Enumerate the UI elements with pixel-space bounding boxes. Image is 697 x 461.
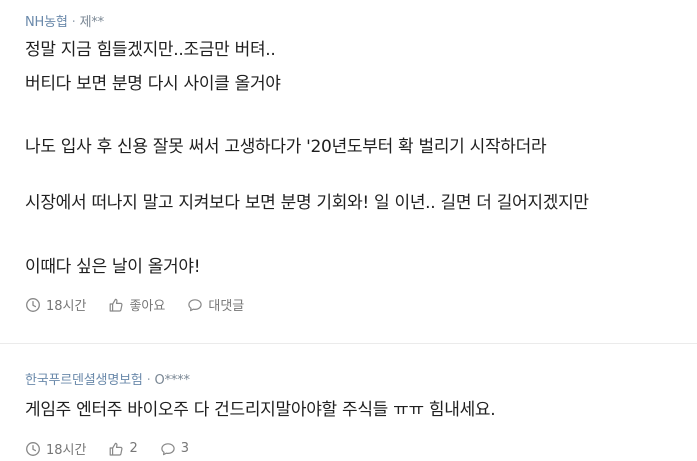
comment-text-line: 정말 지금 힘들겠지만..조금만 버텨.. <box>25 40 276 60</box>
author-name: 제** <box>79 15 105 30</box>
reply-button[interactable]: 3 <box>160 441 189 457</box>
like-button[interactable]: 좋아요 <box>108 295 165 314</box>
comment-time: 18시간 <box>25 295 86 314</box>
time-label: 18시간 <box>46 443 87 458</box>
thumbs-up-icon <box>108 297 129 313</box>
speech-bubble-icon <box>160 441 181 457</box>
like-button[interactable]: 2 <box>108 441 138 457</box>
comment-text-line: 나도 입사 후 신용 잘못 써서 고생하다가 '20년도부터 확 벌리기 시작하… <box>25 137 547 157</box>
reply-label: 대댓글 <box>208 299 245 314</box>
comment-item: NH농협 · 제** 정말 지금 힘들겠지만..조금만 버텨.. 버티다 보면 분명… <box>0 0 697 344</box>
author-name: O**** <box>154 373 190 388</box>
meta-separator: · <box>146 373 151 388</box>
comment-meta: NH농협 · 제** <box>25 11 104 30</box>
like-label: 좋아요 <box>129 299 166 314</box>
time-label: 18시간 <box>46 299 87 314</box>
comment-item: 한국푸르덴셜생명보험 · O**** 게임주 엔터주 바이오주 다 건드리지말아야할… <box>0 344 697 461</box>
comment-meta: 한국푸르덴셜생명보험 · O**** <box>25 369 190 388</box>
comment-text-line: 시장에서 떠나지 말고 지켜보다 보면 분명 기회와! 일 이년.. 길면 더 … <box>25 193 589 213</box>
comment-text-line: 게임주 엔터주 바이오주 다 건드리지말아야할 주식들 ㅠㅠ 힘내세요. <box>25 400 496 420</box>
comment-actions: 18시간 좋아요 대댓글 <box>25 295 266 314</box>
speech-bubble-icon <box>187 297 208 313</box>
like-count: 2 <box>129 441 138 456</box>
meta-separator: · <box>71 15 76 30</box>
comment-actions: 18시간 2 3 <box>25 439 211 458</box>
thumbs-up-icon <box>108 441 129 457</box>
comment-text-line: 버티다 보면 분명 다시 사이클 올거야 <box>25 74 281 94</box>
author-company[interactable]: 한국푸르덴셜생명보험 <box>25 373 143 388</box>
reply-count: 3 <box>180 441 190 456</box>
comment-time: 18시간 <box>25 439 86 458</box>
comment-text-line: 이때다 싶은 날이 올거야! <box>25 257 201 277</box>
clock-icon <box>25 441 46 457</box>
clock-icon <box>25 297 46 313</box>
author-company[interactable]: NH농협 <box>25 15 68 30</box>
reply-button[interactable]: 대댓글 <box>187 295 244 314</box>
